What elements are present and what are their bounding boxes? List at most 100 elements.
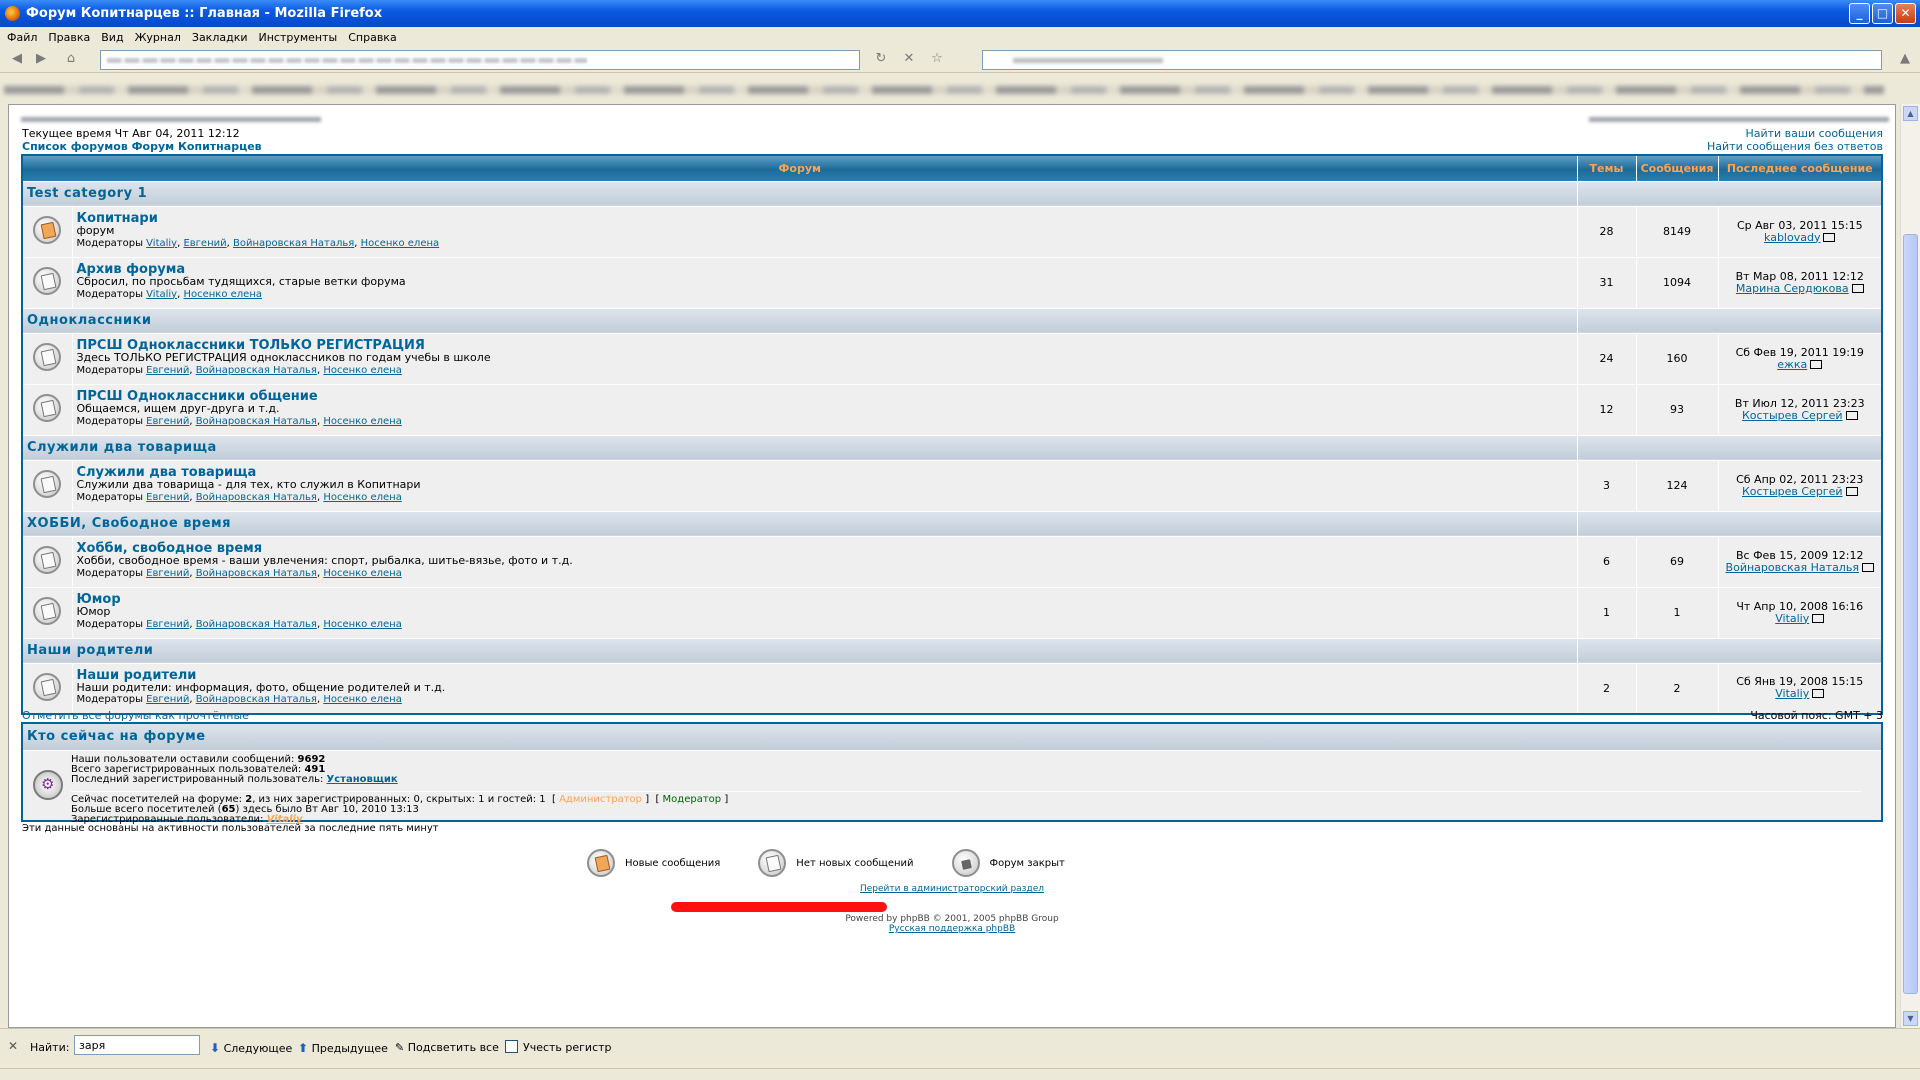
go-to-post-icon[interactable] (1823, 232, 1836, 242)
forum-name-link[interactable]: Копитнари (77, 212, 1571, 225)
forward-icon[interactable]: ▶ (32, 51, 50, 69)
stats-block: Наши пользователи оставили сообщений: 96… (71, 755, 398, 785)
minimize-button[interactable]: _ (1849, 3, 1870, 24)
home-icon[interactable]: ⌂ (62, 51, 80, 69)
forum-name-link[interactable]: Юмор (77, 593, 1571, 606)
go-to-post-icon[interactable] (1812, 613, 1825, 623)
page-content: Текущее время Чт Авг 04, 2011 12:12 Спис… (8, 104, 1896, 1028)
go-to-post-icon[interactable] (1810, 359, 1823, 369)
category-header[interactable]: Test category 1 (21, 180, 1578, 207)
admin-panel-link[interactable]: Перейти в администраторский раздел (9, 884, 1895, 894)
menu-history[interactable]: Журнал (135, 31, 181, 44)
highlight-all-button[interactable]: ✎ Подсветить все (395, 1041, 499, 1054)
moderator-link[interactable]: Евгений (183, 238, 226, 249)
match-case-checkbox[interactable] (505, 1040, 518, 1053)
stop-icon[interactable]: ✕ (900, 51, 918, 69)
menu-file[interactable]: Файл (7, 31, 37, 44)
moderator-link[interactable]: Войнаровская Наталья (196, 365, 317, 376)
search-unanswered-link[interactable]: Найти сообщения без ответов (1707, 140, 1883, 153)
find-next-button[interactable]: ⬇ Следующее (210, 1041, 292, 1055)
vertical-scrollbar[interactable]: ▲ ▼ (1900, 104, 1920, 1028)
moderator-link[interactable]: Евгений (146, 568, 189, 579)
last-post-user-link[interactable]: Vitaliy (1775, 612, 1809, 625)
scroll-thumb[interactable] (1903, 234, 1918, 994)
find-prev-button[interactable]: ⬆ Предыдущее (298, 1041, 388, 1055)
go-to-post-icon[interactable] (1861, 562, 1874, 572)
close-button[interactable]: ✕ (1895, 3, 1916, 24)
support-link[interactable]: Русская поддержка phpBB (889, 924, 1015, 934)
moderator-link[interactable]: Войнаровская Наталья (196, 416, 317, 427)
moderator-link[interactable]: Носенко елена (323, 694, 402, 705)
upload-icon[interactable]: ▲ (1896, 51, 1914, 69)
scroll-down-icon[interactable]: ▼ (1903, 1011, 1918, 1026)
moderator-link[interactable]: Войнаровская Наталья (196, 568, 317, 579)
moderator-link[interactable]: Носенко елена (183, 289, 262, 300)
category-header[interactable]: Наши родители (21, 637, 1578, 664)
last-post-user-link[interactable]: Vitaliy (1775, 687, 1809, 700)
back-icon[interactable]: ◀ (8, 51, 26, 69)
moderator-link[interactable]: Евгений (146, 365, 189, 376)
moderator-link[interactable]: Войнаровская Наталья (196, 492, 317, 503)
last-post-user-link[interactable]: Войнаровская Наталья (1726, 561, 1859, 574)
go-to-post-icon[interactable] (1812, 689, 1825, 699)
forum-description: Сбросил, по просьбам тудящихся, старые в… (76, 275, 406, 289)
forum-name-link[interactable]: ПРСШ Одноклассники общение (77, 390, 1571, 403)
close-find-icon[interactable]: ✕ (8, 1039, 18, 1053)
find-input[interactable] (74, 1035, 200, 1055)
forum-description: Служили два товарища - для тех, кто служ… (76, 478, 421, 492)
moderator-link[interactable]: Евгений (146, 694, 189, 705)
category-header[interactable]: Служили два товарища (21, 434, 1578, 461)
last-user-link[interactable]: Установщик (327, 774, 398, 785)
menu-bookmarks[interactable]: Закладки (192, 31, 248, 44)
moderators-label: Модераторы (76, 288, 143, 300)
last-post-user-link[interactable]: Костырев Сергей (1742, 485, 1843, 498)
moderator-link[interactable]: Носенко елена (323, 568, 402, 579)
maximize-button[interactable]: □ (1872, 3, 1893, 24)
moderator-link[interactable]: Носенко елена (323, 492, 402, 503)
category-header[interactable]: ХОББИ, Свободное время (21, 510, 1578, 537)
moderator-link[interactable]: Носенко елена (361, 238, 440, 249)
moderators-label: Модераторы (76, 618, 143, 630)
go-to-post-icon[interactable] (1845, 410, 1858, 420)
last-post-user-link[interactable]: ежка (1777, 358, 1807, 371)
moderator-link[interactable]: Носенко елена (323, 365, 402, 376)
topics-count: 12 (1576, 383, 1637, 436)
moderator-link[interactable]: Vitaliy (146, 289, 177, 300)
moderator-link[interactable]: Евгений (146, 416, 189, 427)
online-basis-note: Эти данные основаны на активности пользо… (22, 823, 439, 834)
moderator-link[interactable]: Носенко елена (323, 619, 402, 630)
go-to-post-icon[interactable] (1845, 486, 1858, 496)
last-post-user-link[interactable]: Марина Сердюкова (1736, 282, 1849, 295)
menu-tools[interactable]: Инструменты (259, 31, 338, 44)
url-bar[interactable] (100, 50, 860, 70)
bookmark-star-icon[interactable]: ☆ (928, 51, 946, 69)
go-to-post-icon[interactable] (1851, 283, 1864, 293)
moderator-link[interactable]: Войнаровская Наталья (233, 238, 354, 249)
window-title: Форум Копитнарцев :: Главная - Mozilla F… (26, 6, 383, 21)
menu-bar: Файл Правка Вид Журнал Закладки Инструме… (0, 27, 1920, 47)
search-own-link[interactable]: Найти ваши сообщения (1707, 127, 1883, 140)
menu-help[interactable]: Справка (348, 31, 396, 44)
url-redacted (107, 58, 587, 63)
forum-index-link[interactable]: Список форумов Форум Копитнарцев (22, 140, 262, 153)
mark-all-read-link[interactable]: Отметить все форумы как прочтённые (22, 709, 249, 722)
forum-description: Общаемся, ищем друг-друга и т.д. (76, 402, 280, 416)
last-post-user-link[interactable]: Костырев Сергей (1742, 409, 1843, 422)
reload-icon[interactable]: ↻ (872, 51, 890, 69)
moderator-link[interactable]: Vitaliy (146, 238, 177, 249)
moderator-link[interactable]: Евгений (146, 619, 189, 630)
topics-count: 24 (1576, 332, 1637, 385)
search-bar[interactable] (982, 50, 1882, 70)
menu-edit[interactable]: Правка (48, 31, 90, 44)
moderator-link[interactable]: Евгений (146, 492, 189, 503)
find-next-label: Следующее (223, 1042, 293, 1055)
moderator-link[interactable]: Носенко елена (323, 416, 402, 427)
moderator-link[interactable]: Войнаровская Наталья (196, 694, 317, 705)
no-new-posts-icon (33, 267, 62, 295)
category-header[interactable]: Одноклассники (21, 307, 1578, 334)
match-case-label: Учесть регистр (523, 1041, 612, 1054)
menu-view[interactable]: Вид (101, 31, 123, 44)
last-post-user-link[interactable]: kablovady (1764, 231, 1820, 244)
scroll-up-icon[interactable]: ▲ (1903, 106, 1918, 121)
moderator-link[interactable]: Войнаровская Наталья (196, 619, 317, 630)
